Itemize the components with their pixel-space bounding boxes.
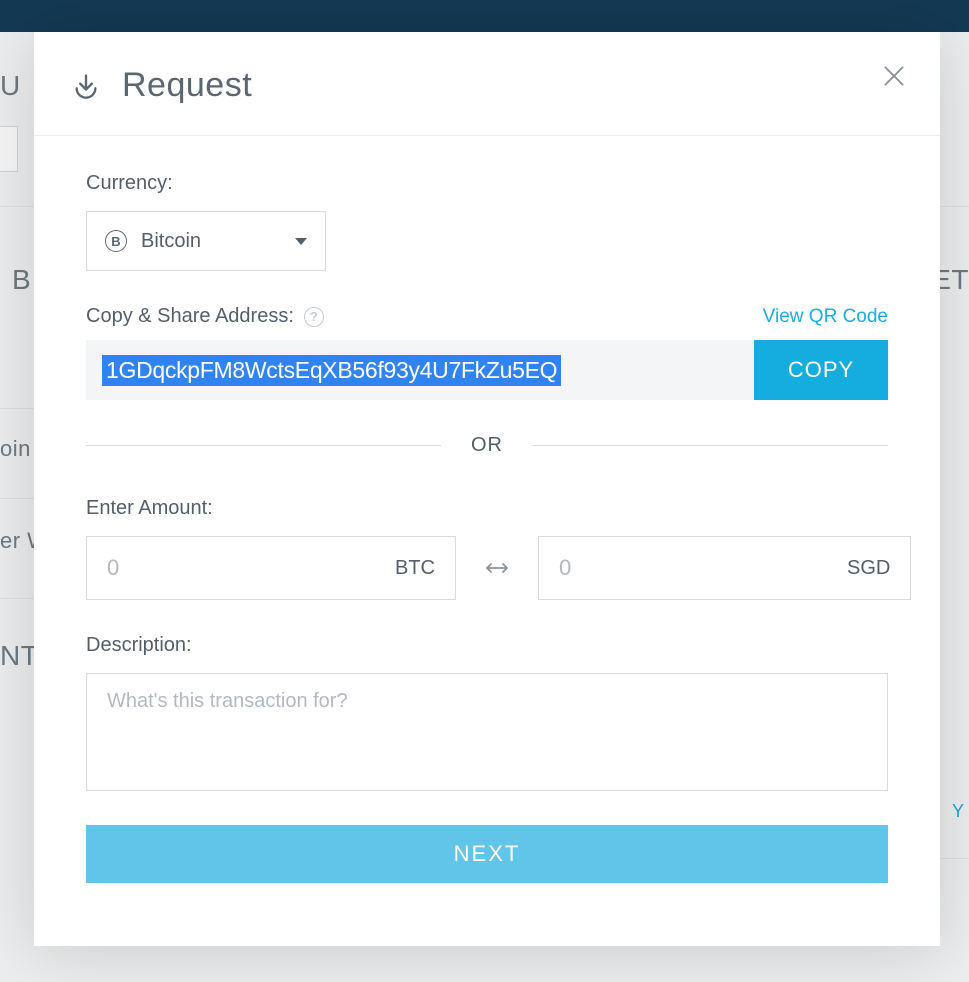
amount-row: BTC SGD: [86, 536, 888, 600]
help-icon[interactable]: ?: [304, 307, 324, 327]
description-label: Description:: [86, 634, 888, 657]
address-label: Copy & Share Address:: [86, 305, 294, 328]
amount-fiat-input[interactable]: [559, 555, 847, 581]
modal-title: Request: [122, 66, 252, 105]
or-divider: OR: [86, 434, 888, 457]
btc-unit: BTC: [395, 557, 435, 580]
amount-label: Enter Amount:: [86, 497, 888, 520]
currency-value: Bitcoin: [141, 230, 281, 253]
receive-icon: [72, 72, 100, 100]
or-label: OR: [471, 434, 503, 457]
swap-icon: [484, 559, 510, 577]
address-row: 1GDqckpFM8WctsEqXB56f93y4U7FkZu5EQ COPY: [86, 340, 888, 400]
copy-button[interactable]: COPY: [754, 340, 888, 400]
description-field[interactable]: [86, 673, 888, 791]
address-label-group: Copy & Share Address: ?: [86, 305, 324, 328]
address-display[interactable]: 1GDqckpFM8WctsEqXB56f93y4U7FkZu5EQ: [86, 340, 754, 400]
close-button[interactable]: [878, 60, 910, 92]
fiat-unit: SGD: [847, 557, 890, 580]
amount-btc-field[interactable]: BTC: [86, 536, 456, 600]
address-value: 1GDqckpFM8WctsEqXB56f93y4U7FkZu5EQ: [102, 355, 561, 386]
bitcoin-icon: B: [105, 230, 127, 252]
next-button[interactable]: NEXT: [86, 825, 888, 883]
chevron-down-icon: [295, 238, 307, 245]
modal-header: Request: [34, 32, 940, 136]
topbar: [0, 0, 969, 32]
divider-line: [533, 445, 888, 446]
address-label-row: Copy & Share Address: ? View QR Code: [86, 305, 888, 328]
modal-body: Currency: B Bitcoin Copy & Share Address…: [34, 136, 940, 923]
close-icon: [881, 63, 907, 89]
amount-fiat-field[interactable]: SGD: [538, 536, 911, 600]
view-qr-link[interactable]: View QR Code: [763, 306, 888, 328]
amount-btc-input[interactable]: [107, 555, 395, 581]
description-input[interactable]: [107, 690, 867, 774]
request-modal: Request Currency: B Bitcoin Copy & Share…: [34, 32, 940, 946]
divider-line: [86, 445, 441, 446]
currency-select[interactable]: B Bitcoin: [86, 211, 326, 271]
currency-label: Currency:: [86, 172, 888, 195]
